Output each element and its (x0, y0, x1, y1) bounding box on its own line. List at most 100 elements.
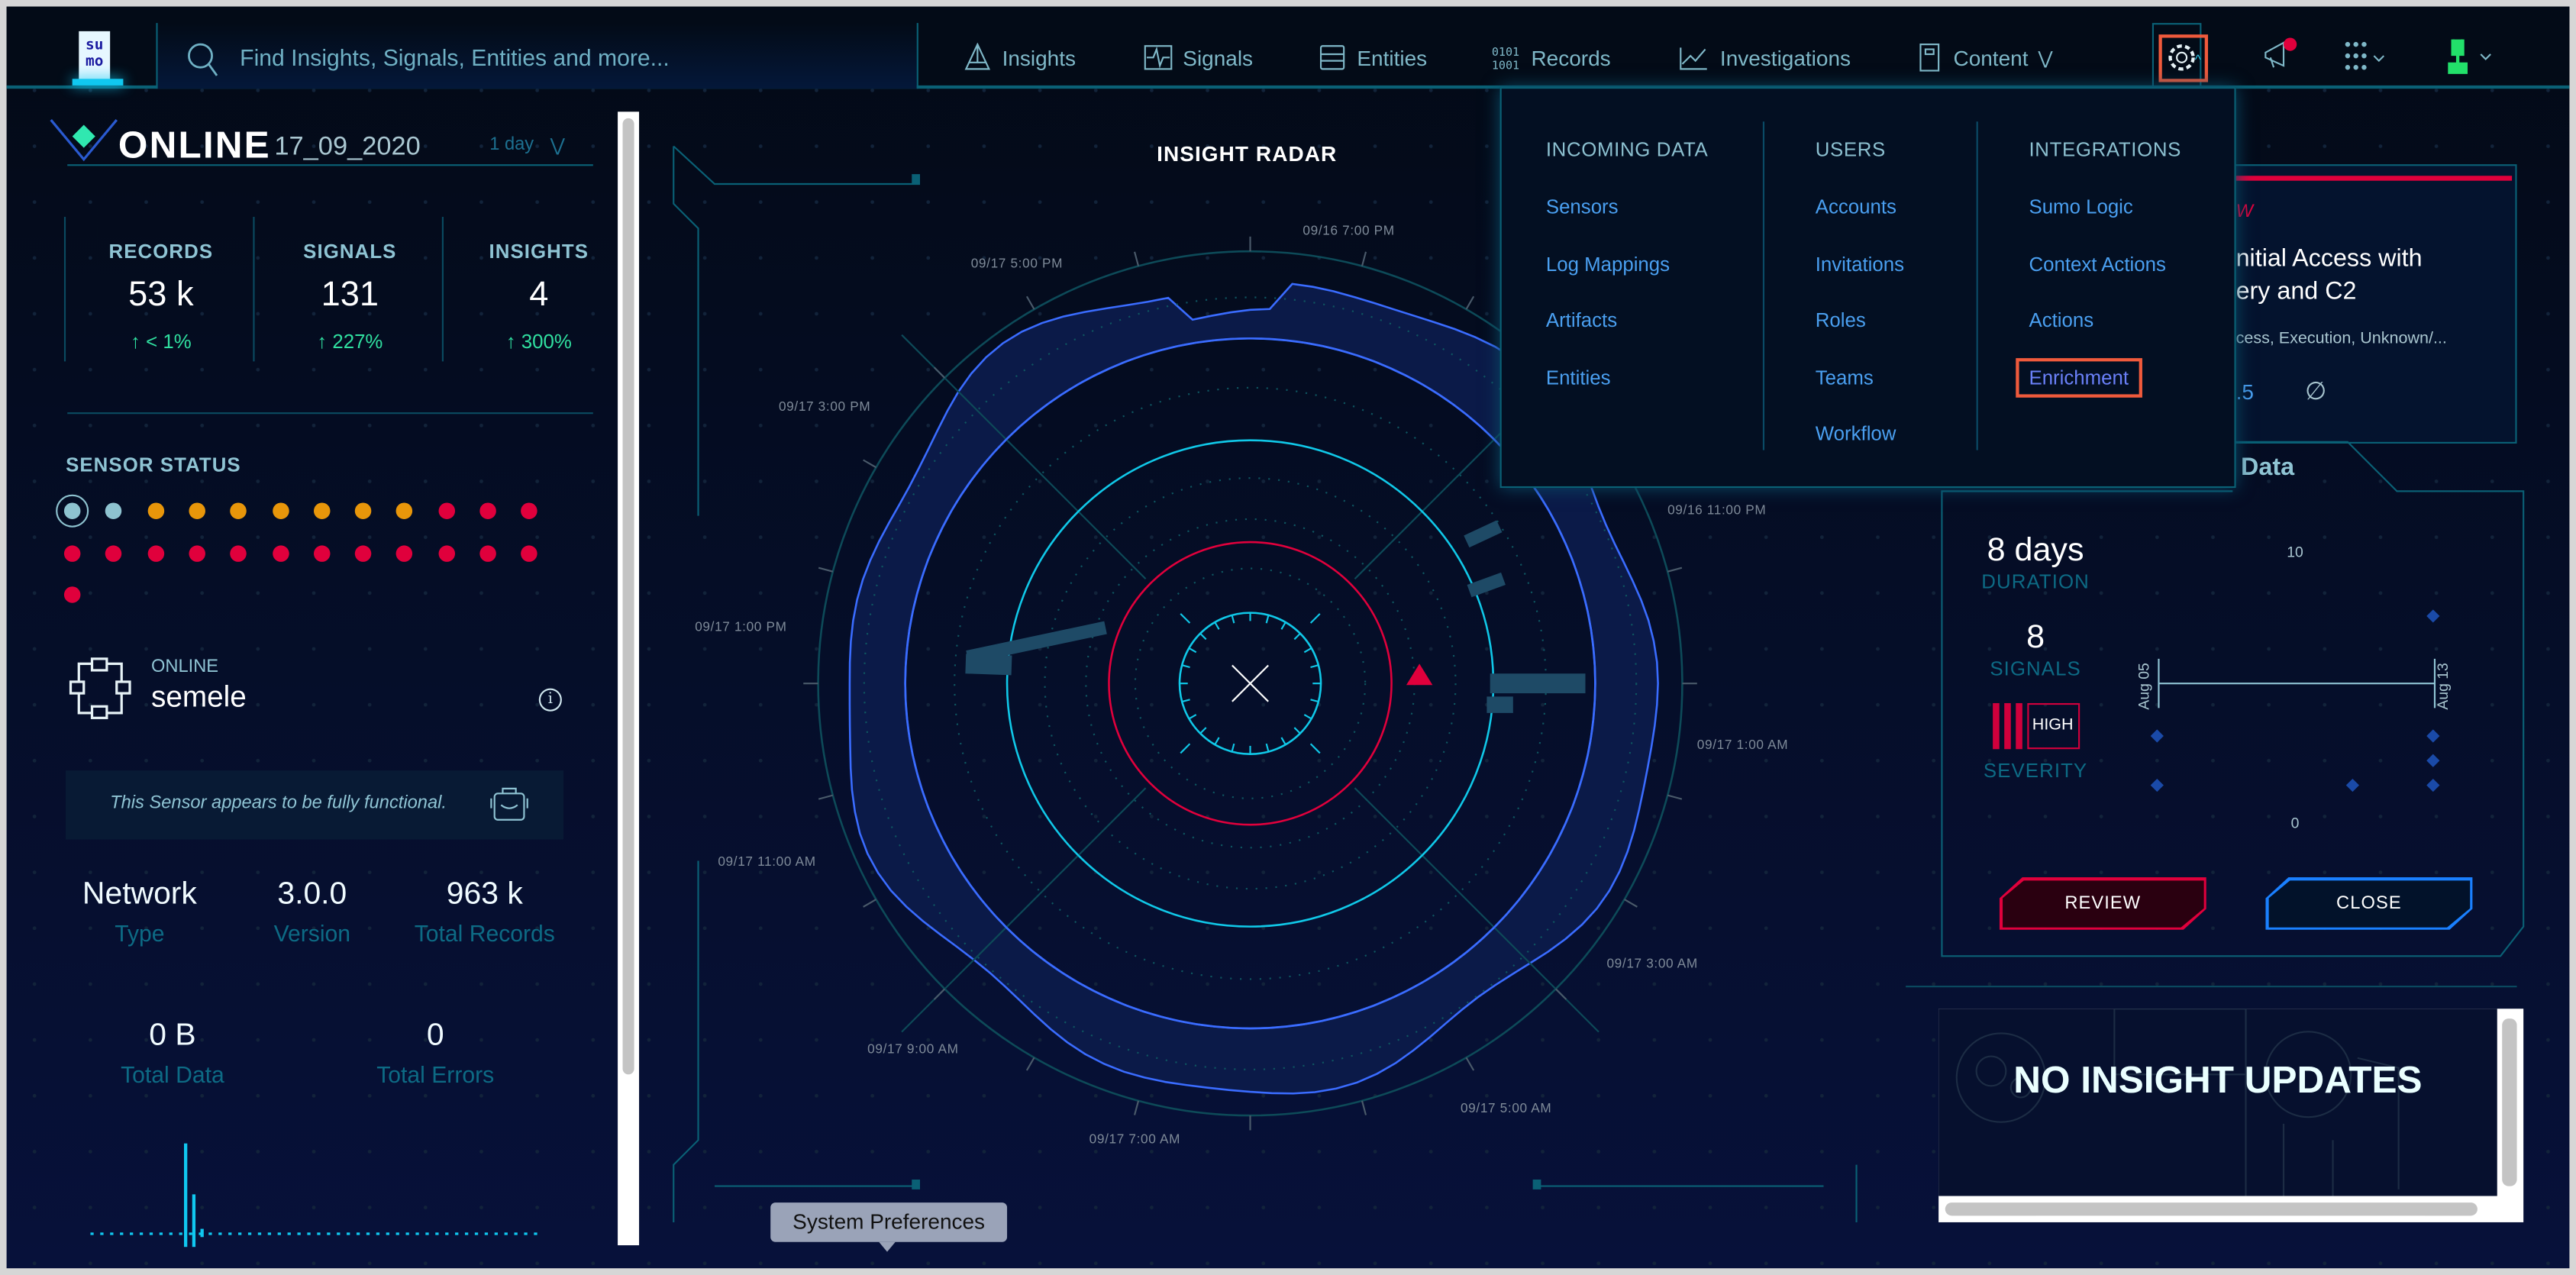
column-divider (1762, 121, 1765, 450)
sensor-dot-warn[interactable] (272, 502, 289, 519)
stat-label: INSIGHTS (489, 240, 589, 263)
panel-scrollbar[interactable] (618, 111, 640, 1246)
unassigned-user-icon[interactable]: ∅ (2305, 376, 2326, 406)
menu-item-teams[interactable]: Teams (1816, 366, 1874, 389)
sensor-dot-error[interactable] (479, 544, 496, 561)
megaphone-icon[interactable] (2261, 36, 2303, 76)
vertical-scrollbar-thumb[interactable] (2502, 1018, 2517, 1186)
sensor-dot-warn[interactable] (354, 502, 372, 519)
radar-tick (818, 794, 834, 800)
sensor-dot-warn[interactable] (189, 502, 205, 519)
sensor-dot-error[interactable] (189, 544, 205, 561)
robot-icon (490, 787, 528, 821)
menu-item-artifacts[interactable]: Artifacts (1546, 309, 1617, 332)
column-divider (1976, 121, 1978, 450)
signals-value: 8 (2026, 619, 2045, 656)
sensor-dot-error[interactable] (521, 502, 538, 519)
range-dropdown[interactable]: 1 day ⋁ (489, 134, 565, 156)
radar-center-tick (1214, 737, 1220, 745)
search-input[interactable]: Find Insights, Signals, Entities and mor… (156, 23, 918, 89)
review-button[interactable]: REVIEW (2000, 877, 2206, 930)
menu-item-workflow[interactable]: Workflow (1816, 422, 1896, 445)
user-icon[interactable] (2448, 37, 2500, 77)
scrollbar-thumb[interactable] (622, 118, 634, 1075)
menu-item-sensors[interactable]: Sensors (1546, 195, 1619, 218)
nav-entities[interactable]: Entities (1318, 43, 1427, 73)
y-max-label: 10 (2287, 544, 2303, 560)
sensor-dot-error[interactable] (230, 544, 247, 561)
sensor-dot-error[interactable] (147, 544, 164, 561)
stat-change: ↑ 300% (505, 330, 572, 353)
sensor-dot-error[interactable] (63, 544, 81, 561)
sensor-dot-warn[interactable] (230, 502, 247, 519)
nav-content[interactable]: Content ⋁ (1917, 43, 2053, 73)
sensor-dot-error[interactable] (313, 544, 331, 561)
signal-point (2426, 754, 2440, 767)
y-min-label: 0 (2291, 815, 2300, 832)
sensor-dot-error[interactable] (105, 544, 122, 561)
menu-item-context-actions[interactable]: Context Actions (2029, 252, 2165, 275)
horizontal-scrollbar-thumb[interactable] (1945, 1202, 2478, 1216)
radar-center-tick (1214, 621, 1220, 630)
info-icon[interactable]: i (538, 688, 562, 712)
gear-icon[interactable]: ^ (2158, 34, 2209, 82)
radar-time-label: 09/16 11:00 PM (1667, 502, 1767, 518)
menu-item-actions[interactable]: Actions (2029, 309, 2093, 332)
sparkline-bar (200, 1228, 204, 1238)
chart-icon (1680, 47, 1707, 70)
sensor-dot-error[interactable] (396, 544, 413, 561)
radar-time-label: 09/17 7:00 AM (1089, 1131, 1181, 1147)
nav-insights[interactable]: Insights (963, 42, 1076, 73)
radar-tick (1667, 566, 1683, 573)
radar-center-tick (1199, 727, 1207, 734)
sensor-dot-error[interactable] (63, 586, 81, 603)
menu-item-entities[interactable]: Entities (1546, 366, 1611, 389)
nav-records[interactable]: 0101 1001 Records (1492, 43, 1611, 73)
sensor-dot-warn[interactable] (147, 502, 164, 519)
close-button[interactable]: CLOSE (2265, 877, 2472, 930)
sensor-dot-error[interactable] (521, 544, 538, 561)
tooltip-arrow (879, 1241, 896, 1252)
sensor-dot-error[interactable] (479, 502, 496, 519)
stat-change: ↑ 227% (317, 330, 383, 353)
menu-item-enrichment[interactable]: Enrichment (2016, 357, 2142, 397)
sensor-dot-warn[interactable] (313, 502, 331, 519)
radar-tick (863, 459, 876, 469)
sensor-dot-error[interactable] (354, 544, 372, 561)
stat-value: 131 (321, 276, 379, 314)
sparkline-bar (192, 1194, 196, 1248)
svg-text:^: ^ (2195, 52, 2201, 67)
signal-point (2426, 609, 2440, 623)
sumo-logo[interactable]: su mo (79, 31, 111, 81)
radar-center-tick (1188, 647, 1197, 654)
radar-tick (1667, 794, 1683, 800)
radar-insight-bar (1487, 696, 1513, 713)
sensor-dot-error[interactable] (437, 502, 455, 519)
sensor-status-label: SENSOR STATUS (66, 453, 241, 477)
radar-tick (1025, 295, 1035, 310)
menu-item-invitations[interactable]: Invitations (1816, 252, 1904, 275)
selected-ring (56, 494, 89, 528)
radar-time-label: 09/17 5:00 AM (1460, 1100, 1552, 1116)
apps-grid-icon[interactable] (2342, 40, 2392, 76)
nav-signals[interactable]: Signals (1144, 43, 1253, 73)
sensor-dot-online[interactable] (105, 502, 122, 519)
nav-label: Signals (1183, 45, 1254, 70)
nav-investigations[interactable]: Investigations (1677, 43, 1851, 73)
radar-tick (1361, 1100, 1367, 1115)
severity-indicator: HIGH (1945, 702, 2126, 750)
menu-item-sumo-logic[interactable]: Sumo Logic (2029, 195, 2132, 218)
close-label: CLOSE (2336, 893, 2402, 914)
radar-insight-bar (1464, 520, 1503, 548)
insight-card[interactable]: W nitial Access with ery and C2 cess, Ex… (2234, 164, 2517, 444)
menu-item-roles[interactable]: Roles (1816, 309, 1866, 332)
sensor-dot-warn[interactable] (396, 502, 413, 519)
menu-item-accounts[interactable]: Accounts (1816, 195, 1896, 218)
menu-item-log-mappings[interactable]: Log Mappings (1546, 252, 1670, 275)
signal-point (2150, 778, 2164, 792)
sensor-dot-error[interactable] (437, 544, 455, 561)
tab-data[interactable]: Data (2241, 454, 2294, 482)
sensor-dot-error[interactable] (272, 544, 289, 561)
detail-value: 0 B (149, 1018, 196, 1054)
search-icon (188, 43, 218, 76)
